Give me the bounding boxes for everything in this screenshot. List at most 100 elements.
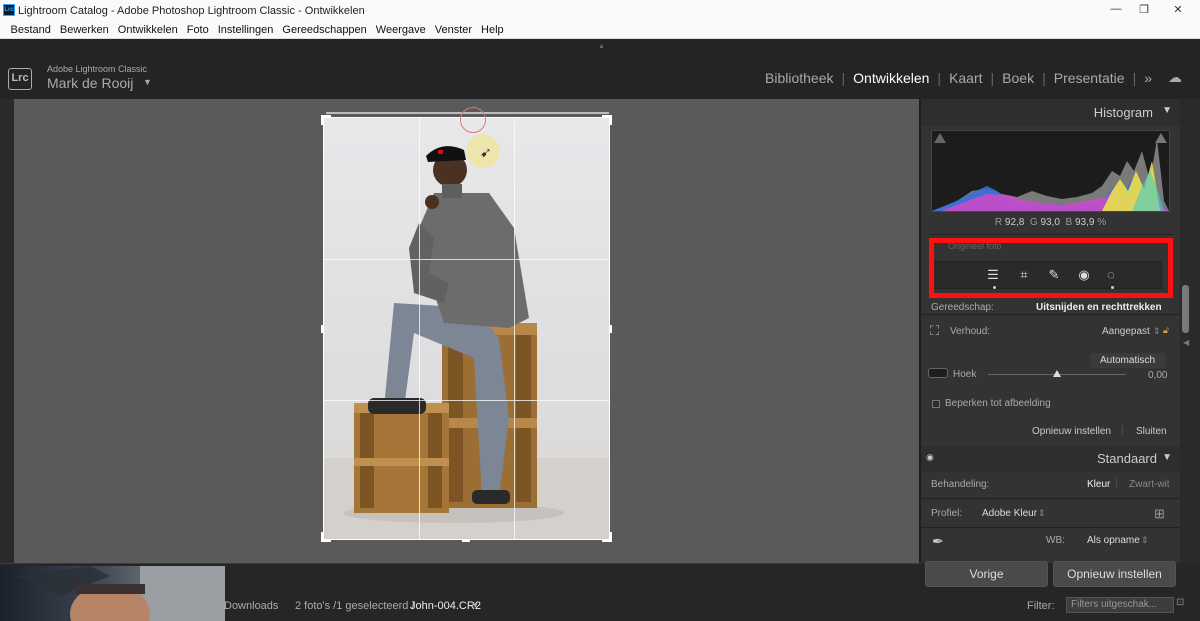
treatment-color[interactable]: Kleur — [1087, 479, 1110, 490]
eyedropper-icon[interactable]: ✒ — [932, 533, 944, 550]
ratio-select[interactable]: Aangepast — [1102, 326, 1150, 337]
angle-label: Hoek — [953, 369, 977, 380]
crop-grid-line — [324, 259, 609, 260]
r-label: R — [994, 217, 1003, 228]
crop-reset-button[interactable]: Opnieuw instellen — [1032, 426, 1111, 437]
panel-visibility-icon[interactable]: ◉ — [926, 452, 934, 463]
constrain-checkbox[interactable] — [932, 400, 940, 408]
basic-panel-title: Standaard — [1097, 451, 1157, 466]
module-picker: Bibliotheek | Ontwikkelen | Kaart | Boek | P… — [757, 69, 1182, 86]
crop-edge-handle[interactable] — [462, 539, 470, 542]
menu-bestand[interactable]: Bestand — [6, 24, 55, 36]
module-kaart[interactable]: Kaart — [941, 70, 990, 86]
lrc-logo: Lrc — [8, 68, 32, 90]
window-title-bar: Lrc Lightroom Catalog - Adobe Photoshop … — [0, 0, 1200, 21]
minimize-button[interactable]: — — [1108, 3, 1124, 17]
crop-grid-line — [514, 118, 515, 539]
histogram-graph[interactable] — [931, 130, 1170, 212]
histogram-collapse-icon[interactable]: ▼ — [1162, 105, 1172, 116]
close-button[interactable]: ✕ — [1170, 3, 1186, 17]
r-value: 92,8 — [1004, 217, 1025, 228]
angle-value[interactable]: 0,00 — [1148, 370, 1167, 381]
window-title: Lightroom Catalog - Adobe Photoshop Ligh… — [18, 5, 365, 17]
highlight-clipping-icon[interactable] — [1155, 133, 1167, 143]
tool-label: Gereedschap: — [931, 302, 994, 313]
reset-all-button[interactable]: Opnieuw instellen — [1053, 561, 1176, 587]
annotation-highlight-box — [929, 238, 1173, 298]
module-boek[interactable]: Boek — [994, 70, 1042, 86]
app-icon: Lrc — [3, 4, 15, 16]
crop-edge-handle[interactable] — [609, 325, 612, 333]
mouse-cursor-icon: ➹ — [480, 144, 492, 160]
previous-button[interactable]: Vorige — [925, 561, 1048, 587]
basic-panel-header[interactable]: ◉ Standaard ▼ — [921, 446, 1180, 472]
divider — [921, 314, 1180, 315]
separator: | — [1121, 425, 1124, 436]
filename-dropdown-icon[interactable]: ▾ — [473, 600, 478, 611]
crop-corner-handle[interactable] — [609, 115, 612, 125]
crop-corner-handle[interactable] — [321, 115, 324, 125]
filter-select[interactable]: Filters uitgeschak... — [1066, 597, 1174, 613]
menu-venster[interactable]: Venster — [430, 24, 476, 36]
lock-icon[interactable]: 🔓︎ — [1163, 325, 1169, 336]
histogram-title: Histogram — [1093, 105, 1153, 120]
menu-foto[interactable]: Foto — [182, 24, 213, 36]
crop-frame-icon[interactable]: ⛶ — [930, 323, 939, 339]
scrollbar-thumb[interactable] — [1182, 285, 1189, 333]
level-tool-icon[interactable] — [928, 368, 948, 378]
divider — [0, 563, 921, 564]
auto-button[interactable]: Automatisch — [1090, 353, 1165, 368]
menu-bewerken[interactable]: Bewerken — [55, 24, 113, 36]
g-label: G — [1029, 217, 1038, 228]
more-modules-icon[interactable]: » — [1136, 70, 1160, 86]
wb-dropdown-icon[interactable]: ⇕ — [1141, 535, 1149, 546]
shadow-clipping-icon[interactable] — [934, 133, 946, 143]
crop-edge-handle[interactable] — [321, 325, 324, 333]
crop-corner-handle[interactable] — [609, 532, 612, 542]
ratio-label: Verhoud: — [950, 326, 991, 337]
identity-dropdown-icon[interactable]: ▼ — [143, 77, 152, 87]
profile-dropdown-icon[interactable]: ⇕ — [1038, 508, 1046, 519]
identity-plate[interactable]: Mark de Rooij — [47, 75, 133, 91]
collapse-top-panel-icon[interactable]: ▲ — [598, 43, 605, 50]
source-label[interactable]: Downloads — [224, 600, 278, 612]
left-panel-collapsed[interactable] — [0, 99, 14, 563]
wb-select[interactable]: Als opname — [1087, 535, 1140, 546]
basic-panel-collapse-icon[interactable]: ▼ — [1162, 452, 1172, 463]
b-value: 93,9 — [1074, 217, 1095, 228]
wb-label: WB: — [1046, 535, 1065, 546]
profile-browser-icon[interactable]: ⊞ — [1154, 506, 1165, 522]
histogram-header[interactable]: Histogram ▼ — [921, 99, 1180, 126]
profile-label: Profiel: — [931, 508, 963, 519]
ratio-dropdown-icon[interactable]: ⇕ — [1153, 326, 1161, 337]
menu-ontwikkelen[interactable]: Ontwikkelen — [113, 24, 182, 36]
photo-illustration — [324, 146, 609, 539]
treatment-label: Behandeling: — [931, 479, 990, 490]
treatment-bw[interactable]: Zwart-wit — [1129, 479, 1170, 490]
cloud-icon[interactable]: ☁ — [1160, 69, 1182, 86]
profile-select[interactable]: Adobe Kleur — [982, 508, 1037, 519]
angle-slider-thumb[interactable] — [1053, 370, 1061, 377]
constrain-label[interactable]: Beperken tot afbeelding — [945, 398, 1051, 409]
filter-lock-icon[interactable]: ⊡ — [1176, 597, 1184, 608]
filename[interactable]: John-004.CR2 — [410, 600, 481, 612]
rgb-readout: R 92,8 G 93,0 B 93,9 % — [921, 217, 1180, 228]
right-panel-edge[interactable] — [1192, 99, 1200, 563]
restore-button[interactable]: ❐ — [1136, 3, 1152, 17]
divider — [921, 527, 1180, 528]
module-presentatie[interactable]: Presentatie — [1046, 70, 1133, 86]
module-ontwikkelen[interactable]: Ontwikkelen — [845, 70, 937, 86]
menu-instellingen[interactable]: Instellingen — [213, 24, 278, 36]
crop-corner-handle[interactable] — [321, 532, 324, 542]
module-bibliotheek[interactable]: Bibliotheek — [757, 70, 842, 86]
crop-grid-line — [419, 118, 420, 539]
menu-help[interactable]: Help — [477, 24, 509, 36]
cursor-highlight-circle — [460, 107, 486, 133]
menu-weergave[interactable]: Weergave — [371, 24, 430, 36]
collapse-right-panel-icon[interactable]: ◀ — [1183, 338, 1189, 347]
menu-gereedschappen[interactable]: Gereedschappen — [278, 24, 371, 36]
b-label: B — [1065, 217, 1073, 228]
g-value: 93,0 — [1040, 217, 1060, 228]
crop-close-button[interactable]: Sluiten — [1136, 426, 1167, 437]
photo-preview[interactable] — [323, 117, 610, 540]
